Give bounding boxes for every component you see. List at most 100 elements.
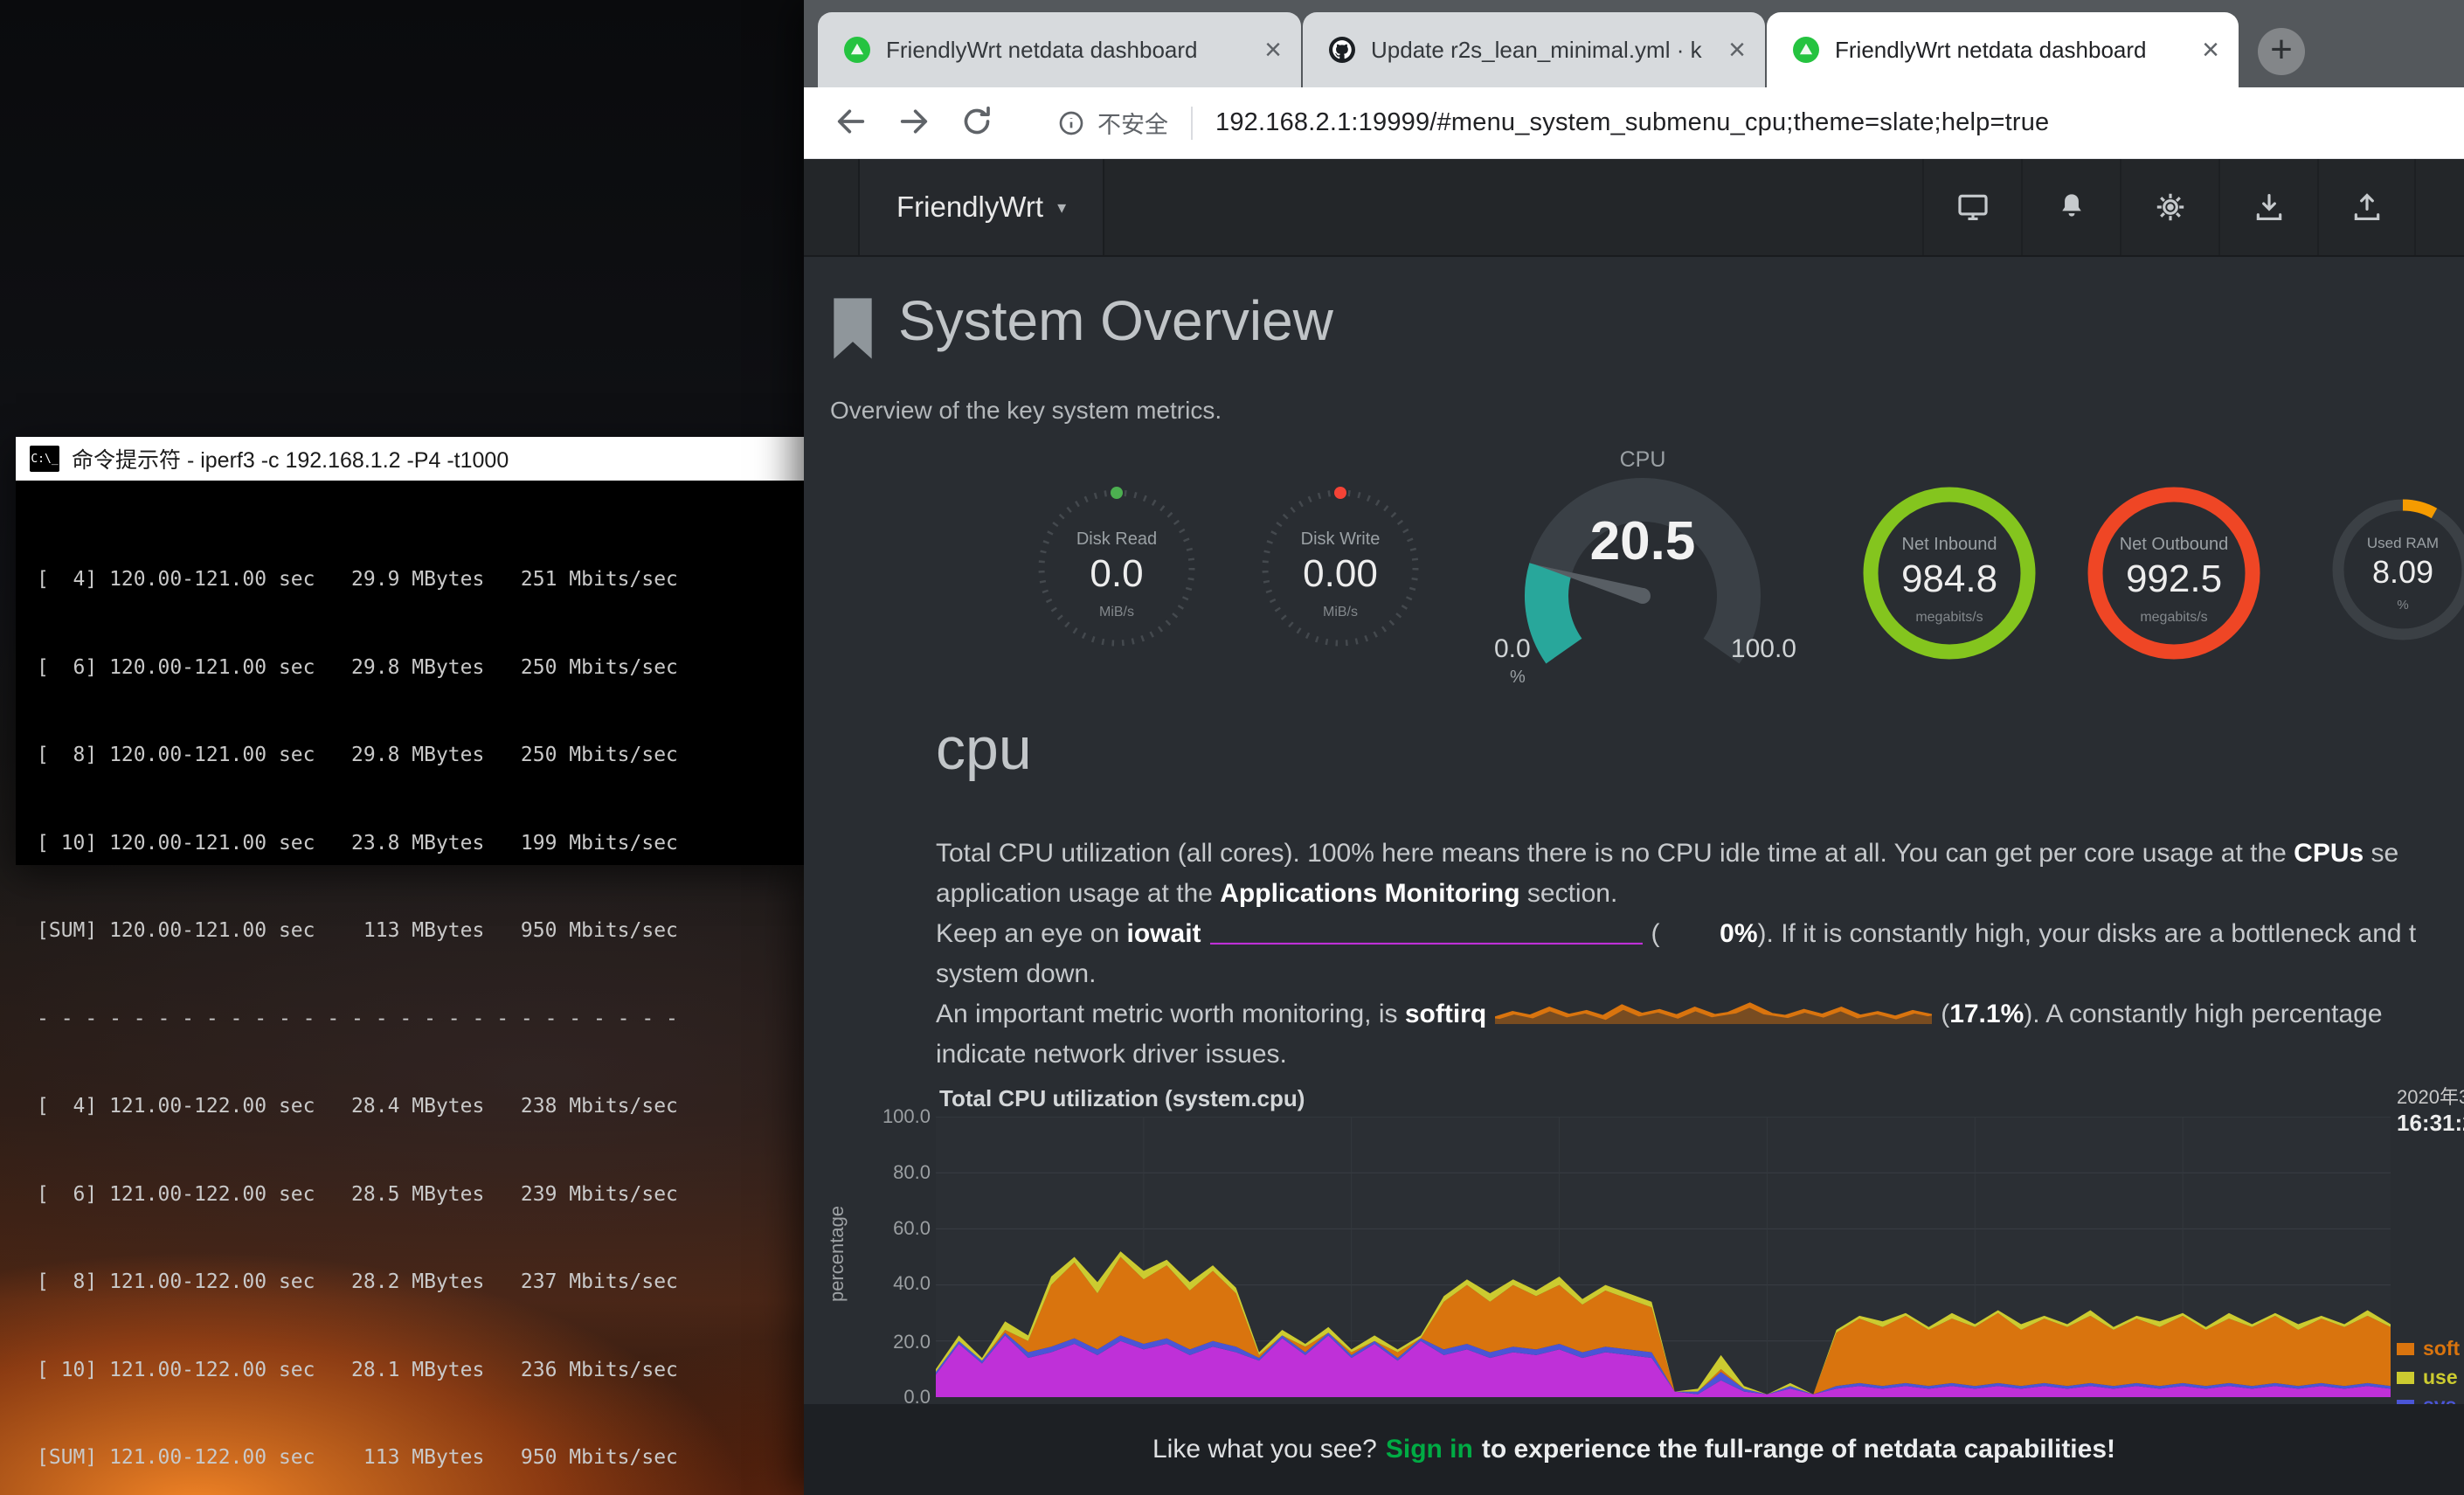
gauge-label: Net Outbound bbox=[2081, 535, 2267, 555]
gauge-unit: % bbox=[2324, 598, 2464, 613]
y-tick: 20.0 bbox=[839, 1331, 931, 1353]
back-button[interactable] bbox=[834, 104, 872, 142]
disk-write-indicator-dot bbox=[1334, 487, 1346, 499]
help-line: Total CPU utilization (all cores). 100% … bbox=[936, 834, 2464, 874]
export-snapshot-icon[interactable] bbox=[2317, 159, 2416, 255]
help-line: application usage at the Applications Mo… bbox=[936, 874, 2464, 914]
browser-window: FriendlyWrt netdata dashboard × Update r… bbox=[804, 0, 2464, 1495]
legend-swatch bbox=[2397, 1372, 2414, 1384]
legend-item-user[interactable]: use bbox=[2397, 1366, 2458, 1389]
cpu-section-heading: cpu bbox=[936, 715, 1032, 783]
navbar-icons bbox=[1922, 159, 2416, 255]
legend-item-softirq[interactable]: soft bbox=[2397, 1337, 2460, 1360]
tab-close-icon[interactable]: × bbox=[1264, 35, 1282, 65]
url-text[interactable]: 192.168.2.1:19999/#menu_system_submenu_c… bbox=[1215, 108, 2049, 137]
tab-github[interactable]: Update r2s_lean_minimal.yml · k × bbox=[1303, 12, 1765, 87]
not-secure-label: 不安全 bbox=[1097, 106, 1168, 140]
y-tick: 60.0 bbox=[839, 1217, 931, 1240]
host-dropdown[interactable]: FriendlyWrt ▾ bbox=[858, 159, 1104, 255]
forward-button[interactable] bbox=[896, 104, 935, 142]
gauge-value: 0.00 bbox=[1248, 552, 1433, 596]
desktop: C:\_ 命令提示符 - iperf3 -c 192.168.1.2 -P4 -… bbox=[0, 0, 2464, 1495]
host-name: FriendlyWrt bbox=[896, 190, 1043, 224]
netdata-favicon bbox=[844, 37, 870, 63]
softirq-sparkline bbox=[1495, 1000, 1932, 1026]
terminal-line: [ 4] 121.00-122.00 sec 28.4 MBytes 238 M… bbox=[37, 1092, 804, 1122]
bell-icon[interactable] bbox=[2021, 159, 2120, 255]
cpu-utilization-chart[interactable] bbox=[936, 1117, 2391, 1397]
tab-close-icon[interactable]: × bbox=[2202, 35, 2219, 65]
terminal-line: [SUM] 120.00-121.00 sec 113 MBytes 950 M… bbox=[37, 917, 804, 946]
address-divider bbox=[1191, 107, 1193, 140]
softirq-value: 17.1% bbox=[1949, 994, 2024, 1035]
import-snapshot-icon[interactable] bbox=[2218, 159, 2317, 255]
gauge-unit: % bbox=[1510, 668, 1526, 688]
terminal-line: [ 10] 120.00-121.00 sec 23.8 MBytes 199 … bbox=[37, 829, 804, 859]
address-bar: 不安全 192.168.2.1:19999/#menu_system_subme… bbox=[804, 87, 2464, 159]
help-line: Keep an eye on iowait(0%). If it is cons… bbox=[936, 914, 2464, 954]
gauge-value: 0.0 bbox=[1024, 552, 1209, 596]
terminal-line: [SUM] 121.00-122.00 sec 113 MBytes 950 M… bbox=[37, 1443, 804, 1473]
used-ram-arc bbox=[2403, 505, 2434, 513]
gauge-label: Disk Read bbox=[1024, 529, 1209, 550]
terminal-line: [ 4] 120.00-121.00 sec 29.9 MBytes 251 M… bbox=[37, 565, 804, 595]
gauge-value: 8.09 bbox=[2324, 554, 2464, 591]
disk-write-gauge[interactable]: Disk Write 0.00 MiB/s bbox=[1248, 475, 1433, 661]
tab-label: FriendlyWrt netdata dashboard bbox=[886, 37, 1249, 64]
terminal-titlebar[interactable]: C:\_ 命令提示符 - iperf3 -c 192.168.1.2 -P4 -… bbox=[16, 437, 804, 481]
gauge-label: Net Inbound bbox=[1857, 535, 2042, 555]
page-subtitle: Overview of the key system metrics. bbox=[830, 397, 1222, 425]
gauge-value: 20.5 bbox=[1520, 510, 1765, 572]
tab-netdata-2-active[interactable]: FriendlyWrt netdata dashboard × bbox=[1767, 12, 2239, 87]
tab-close-icon[interactable]: × bbox=[1728, 35, 1746, 65]
netdata-page: FriendlyWrt ▾ bbox=[804, 159, 2464, 1495]
chevron-down-icon: ▾ bbox=[1057, 197, 1066, 218]
cpu-gauge[interactable]: CPU 20.5 0.0 100.0 % bbox=[1485, 439, 1800, 701]
site-security-chip[interactable]: 不安全 bbox=[1057, 106, 1168, 140]
y-tick: 80.0 bbox=[839, 1161, 931, 1184]
gauge-unit: megabits/s bbox=[2081, 610, 2267, 626]
disk-read-gauge[interactable]: Disk Read 0.0 MiB/s bbox=[1024, 475, 1209, 661]
gauge-unit: MiB/s bbox=[1248, 605, 1433, 620]
legend-label: use bbox=[2423, 1366, 2458, 1389]
y-tick: 40.0 bbox=[839, 1272, 931, 1295]
bookmark-icon bbox=[830, 297, 876, 367]
monitor-icon[interactable] bbox=[1922, 159, 2021, 255]
y-axis-label: percentage bbox=[826, 1166, 848, 1341]
terminal-title: 命令提示符 - iperf3 -c 192.168.1.2 -P4 -t1000 bbox=[72, 443, 509, 474]
net-outbound-gauge[interactable]: Net Outbound 992.5 megabits/s bbox=[2081, 481, 2267, 666]
signin-link[interactable]: Sign in bbox=[1386, 1435, 1473, 1464]
chart-date: 2020年3 bbox=[2397, 1082, 2464, 1110]
tab-label: FriendlyWrt netdata dashboard bbox=[1835, 37, 2186, 64]
iowait-sparkline bbox=[1210, 923, 1643, 945]
help-line: indicate network driver issues. bbox=[936, 1035, 2464, 1075]
help-line: system down. bbox=[936, 954, 2464, 994]
gauge-value: 992.5 bbox=[2081, 557, 2267, 601]
chart-title: Total CPU utilization (system.cpu) bbox=[939, 1085, 1305, 1112]
gear-icon[interactable] bbox=[2120, 159, 2218, 255]
gauge-label: CPU bbox=[1520, 447, 1765, 473]
disk-read-indicator-dot bbox=[1111, 487, 1123, 499]
signin-banner: Like what you see? Sign in to experience… bbox=[804, 1404, 2464, 1495]
used-ram-gauge[interactable]: Used RAM 8.09 % bbox=[2324, 491, 2464, 648]
netdata-navbar: FriendlyWrt ▾ bbox=[804, 159, 2464, 257]
iowait-value: 0% bbox=[1660, 914, 1758, 954]
cpu-gauge-fill bbox=[1547, 569, 1564, 651]
cpu-help-text: Total CPU utilization (all cores). 100% … bbox=[936, 834, 2464, 1075]
gauge-value: 984.8 bbox=[1857, 557, 2042, 601]
terminal-window[interactable]: C:\_ 命令提示符 - iperf3 -c 192.168.1.2 -P4 -… bbox=[16, 437, 804, 865]
gauge-label: Used RAM bbox=[2324, 535, 2464, 552]
net-inbound-gauge[interactable]: Net Inbound 984.8 megabits/s bbox=[1857, 481, 2042, 666]
tab-netdata-1[interactable]: FriendlyWrt netdata dashboard × bbox=[818, 12, 1301, 87]
help-line: An important metric worth monitoring, is… bbox=[936, 994, 2464, 1035]
gauge-min: 0.0 bbox=[1494, 634, 1531, 664]
chart-time: 16:31:2 bbox=[2397, 1110, 2464, 1137]
y-tick: 100.0 bbox=[839, 1105, 931, 1128]
tab-strip: FriendlyWrt netdata dashboard × Update r… bbox=[804, 0, 2464, 87]
netdata-favicon bbox=[1793, 37, 1819, 63]
new-tab-button[interactable]: + bbox=[2258, 28, 2305, 75]
info-icon bbox=[1057, 109, 1085, 137]
terminal-output: [ 4] 120.00-121.00 sec 29.9 MBytes 251 M… bbox=[16, 481, 804, 1495]
terminal-line: [ 6] 120.00-121.00 sec 29.8 MBytes 250 M… bbox=[37, 654, 804, 683]
reload-button[interactable] bbox=[959, 104, 998, 142]
